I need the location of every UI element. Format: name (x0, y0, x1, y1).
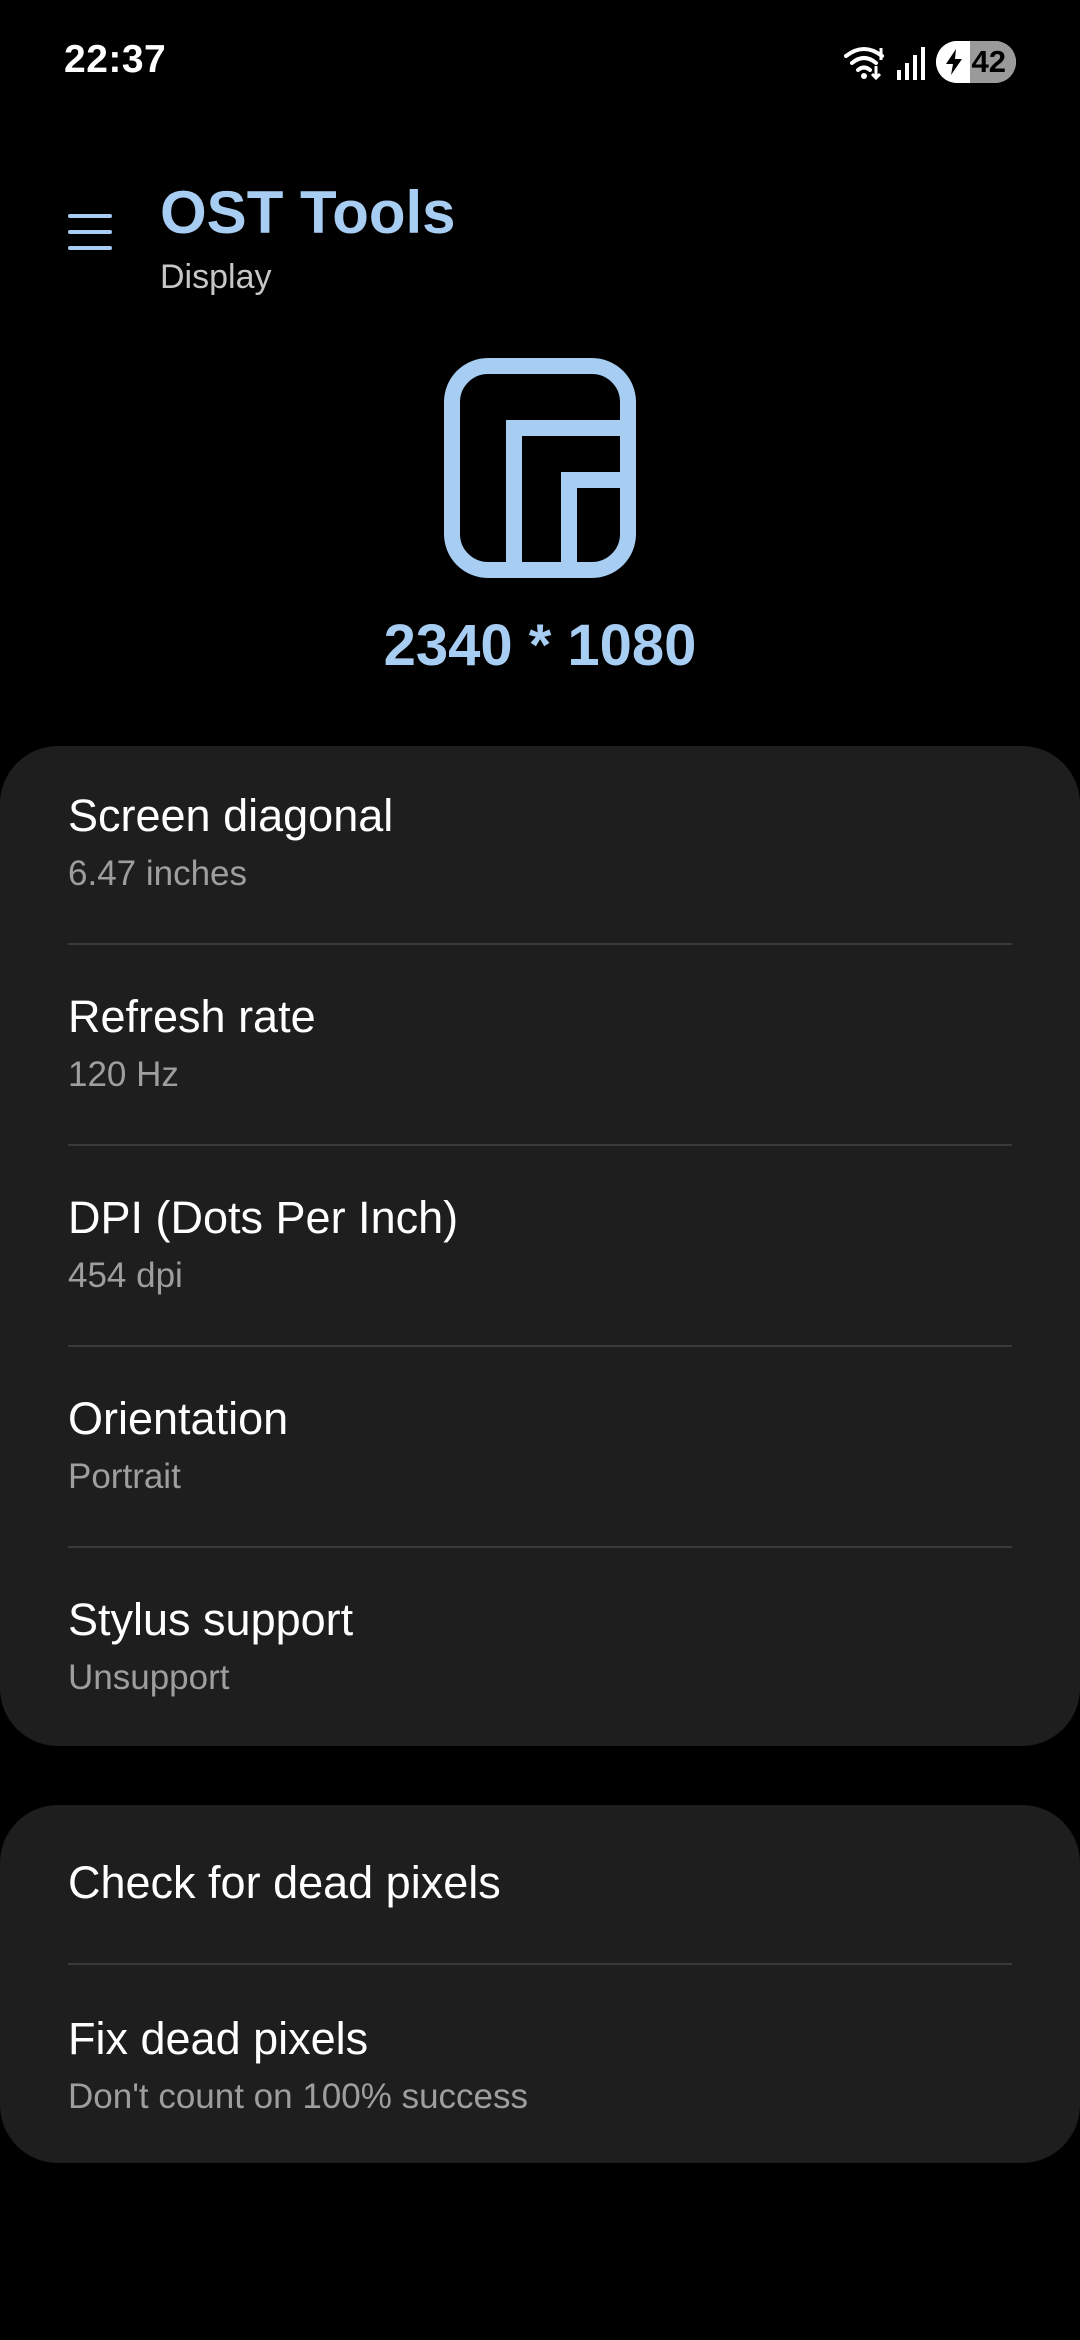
status-icons: 42 (842, 40, 1016, 84)
item-title: Screen diagonal (68, 790, 394, 841)
item-value: Don't count on 100% success (68, 2077, 529, 2116)
item-title: Stylus support (68, 1594, 354, 1645)
item-title: Orientation (68, 1393, 289, 1444)
divider (68, 1345, 1012, 1347)
status-time: 22:37 (64, 38, 167, 81)
item-title: Refresh rate (68, 991, 316, 1042)
dpi-item: DPI (Dots Per Inch) 454 dpi (68, 1192, 1012, 1342)
display-layout-icon (444, 358, 636, 578)
app-header: OST Tools Display (0, 170, 1080, 310)
menu-button[interactable] (50, 192, 130, 272)
signal-icon (896, 44, 926, 80)
item-value: Unsupport (68, 1658, 230, 1697)
page-subtitle: Display (160, 258, 272, 296)
status-bar: 22:37 42 (0, 0, 1080, 120)
divider (68, 1546, 1012, 1548)
item-title: DPI (Dots Per Inch) (68, 1192, 459, 1243)
item-title: Check for dead pixels (68, 1857, 501, 1908)
divider (68, 1144, 1012, 1146)
app-title: OST Tools (160, 179, 456, 246)
battery-level: 42 (971, 44, 1006, 79)
item-value: 120 Hz (68, 1055, 179, 1094)
fix-dead-pixels-button[interactable]: Fix dead pixels Don't count on 100% succ… (68, 1965, 1012, 2163)
item-value: 454 dpi (68, 1256, 183, 1295)
screen-diagonal-item: Screen diagonal 6.47 inches (68, 790, 1012, 940)
wifi-icon (842, 42, 886, 82)
pixel-tools-card: Check for dead pixels Fix dead pixels Do… (0, 1805, 1080, 2163)
screen-resolution: 2340 * 1080 (383, 613, 697, 678)
display-info-card: Screen diagonal 6.47 inches Refresh rate… (0, 746, 1080, 1746)
battery-charging-icon: 42 (936, 41, 1016, 83)
item-value: 6.47 inches (68, 854, 248, 893)
stylus-support-item: Stylus support Unsupport (68, 1594, 1012, 1744)
item-value: Portrait (68, 1457, 181, 1496)
divider (68, 943, 1012, 945)
hamburger-menu-icon (68, 214, 112, 250)
check-dead-pixels-button[interactable]: Check for dead pixels (68, 1805, 1012, 1963)
refresh-rate-item: Refresh rate 120 Hz (68, 991, 1012, 1141)
orientation-item: Orientation Portrait (68, 1393, 1012, 1543)
item-title: Fix dead pixels (68, 2013, 369, 2064)
bolt-icon (946, 49, 962, 75)
